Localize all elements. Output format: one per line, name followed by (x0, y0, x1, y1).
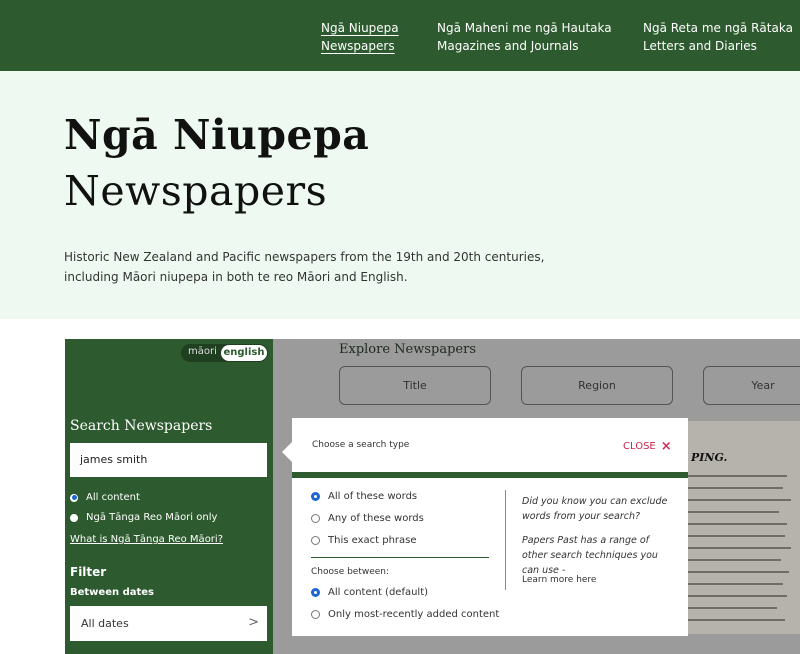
nav-label-en: Magazines and Journals (437, 39, 579, 53)
nav-label-mi: Ngā Maheni me ngā Hautaka (437, 21, 612, 35)
page-title-mi: Ngā Niupepa (64, 111, 370, 159)
page-title-en: Newspapers (64, 167, 328, 215)
explore-region-button[interactable]: Region (521, 366, 673, 405)
option-label: All content (default) (328, 587, 429, 598)
newspaper-image-heading: PING. (691, 451, 728, 464)
text-line (687, 499, 791, 501)
hero-section: Ngā Niupepa Newspapers Historic New Zeal… (0, 71, 800, 319)
radio-all-content[interactable]: All content (70, 492, 140, 503)
option-label: This exact phrase (328, 535, 417, 546)
language-toggle[interactable]: māori english (181, 344, 268, 362)
nav-newspapers[interactable]: Ngā Niupepa Newspapers (321, 19, 399, 55)
nav-label-mi: Ngā Reta me ngā Rātaka (643, 21, 793, 35)
dates-select[interactable]: All dates > (70, 606, 267, 641)
newspaper-image: PING. (683, 421, 800, 634)
nav-label-en: Newspapers (321, 39, 395, 53)
dates-value: All dates (81, 617, 129, 630)
text-line (687, 511, 779, 513)
radio-label: All content (86, 492, 140, 503)
radio-button[interactable] (311, 514, 320, 523)
lang-option-maori[interactable]: māori (188, 346, 217, 357)
what-is-maori-link[interactable]: What is Ngā Tānga Reo Māori? (70, 534, 223, 545)
text-line (687, 559, 781, 561)
radio-button-checked[interactable] (311, 492, 320, 501)
nav-magazines[interactable]: Ngā Maheni me ngā Hautaka Magazines and … (437, 19, 612, 55)
text-line (687, 487, 783, 489)
tip-text: Did you know you can exclude words from … (522, 496, 668, 522)
radio-button[interactable] (311, 610, 320, 619)
choose-between-label: Choose between: (311, 567, 390, 577)
option-label: All of these words (328, 491, 418, 502)
explore-heading: Explore Newspapers (339, 342, 477, 357)
text-line (687, 547, 791, 549)
explore-title-button[interactable]: Title (339, 366, 491, 405)
option-label: Only most-recently added content (328, 609, 500, 620)
divider (311, 557, 489, 558)
nav-label-en: Letters and Diaries (643, 39, 757, 53)
vertical-divider (505, 490, 506, 590)
radio-label: Ngā Tānga Reo Māori only (86, 512, 218, 523)
text-line (687, 571, 789, 573)
nav-letters[interactable]: Ngā Reta me ngā Rātaka Letters and Diari… (643, 19, 793, 55)
option-any-words[interactable]: Any of these words (311, 513, 424, 524)
search-tip: Did you know you can exclude words from … (522, 494, 672, 587)
radio-button-checked[interactable] (311, 588, 320, 597)
text-line (687, 607, 777, 609)
radio-button-checked[interactable] (70, 493, 78, 502)
search-type-popup: Choose a search type CLOSE × All of thes… (282, 418, 688, 636)
learn-more-link[interactable]: Learn more here (522, 575, 596, 585)
lang-option-english[interactable]: english (221, 345, 267, 361)
text-line (687, 619, 785, 621)
page-title: Ngā Niupepa Newspapers (64, 107, 369, 219)
top-nav: Ngā Niupepa Newspapers Ngā Maheni me ngā… (0, 0, 800, 71)
popup-header-bar (292, 472, 688, 478)
text-line (687, 523, 787, 525)
radio-button[interactable] (70, 513, 78, 522)
nav-label-mi: Ngā Niupepa (321, 21, 399, 35)
option-all-content[interactable]: All content (default) (311, 587, 428, 598)
search-heading: Search Newspapers (70, 418, 213, 434)
radio-button[interactable] (311, 536, 320, 545)
option-label: Any of these words (328, 513, 424, 524)
close-button[interactable]: CLOSE × (623, 439, 672, 454)
search-sidebar: māori english Search Newspapers james sm… (65, 339, 273, 654)
text-line (687, 583, 783, 585)
radio-maori-only[interactable]: Ngā Tānga Reo Māori only (70, 512, 217, 523)
text-line (687, 475, 787, 477)
tip-text: Papers Past has a range of other search … (522, 535, 658, 576)
option-all-words[interactable]: All of these words (311, 491, 417, 502)
text-line (687, 535, 785, 537)
option-recent-content[interactable]: Only most-recently added content (311, 609, 499, 620)
filter-heading: Filter (70, 565, 107, 579)
popup-title: Choose a search type (312, 440, 410, 450)
close-icon: × (660, 439, 672, 454)
search-input[interactable]: james smith (70, 443, 267, 477)
between-dates-label: Between dates (70, 587, 155, 598)
option-exact-phrase[interactable]: This exact phrase (311, 535, 417, 546)
chevron-right-icon: > (248, 615, 259, 630)
text-line (687, 595, 787, 597)
close-label: CLOSE (623, 441, 656, 452)
explore-year-button[interactable]: Year (703, 366, 800, 405)
hero-description: Historic New Zealand and Pacific newspap… (64, 250, 545, 284)
